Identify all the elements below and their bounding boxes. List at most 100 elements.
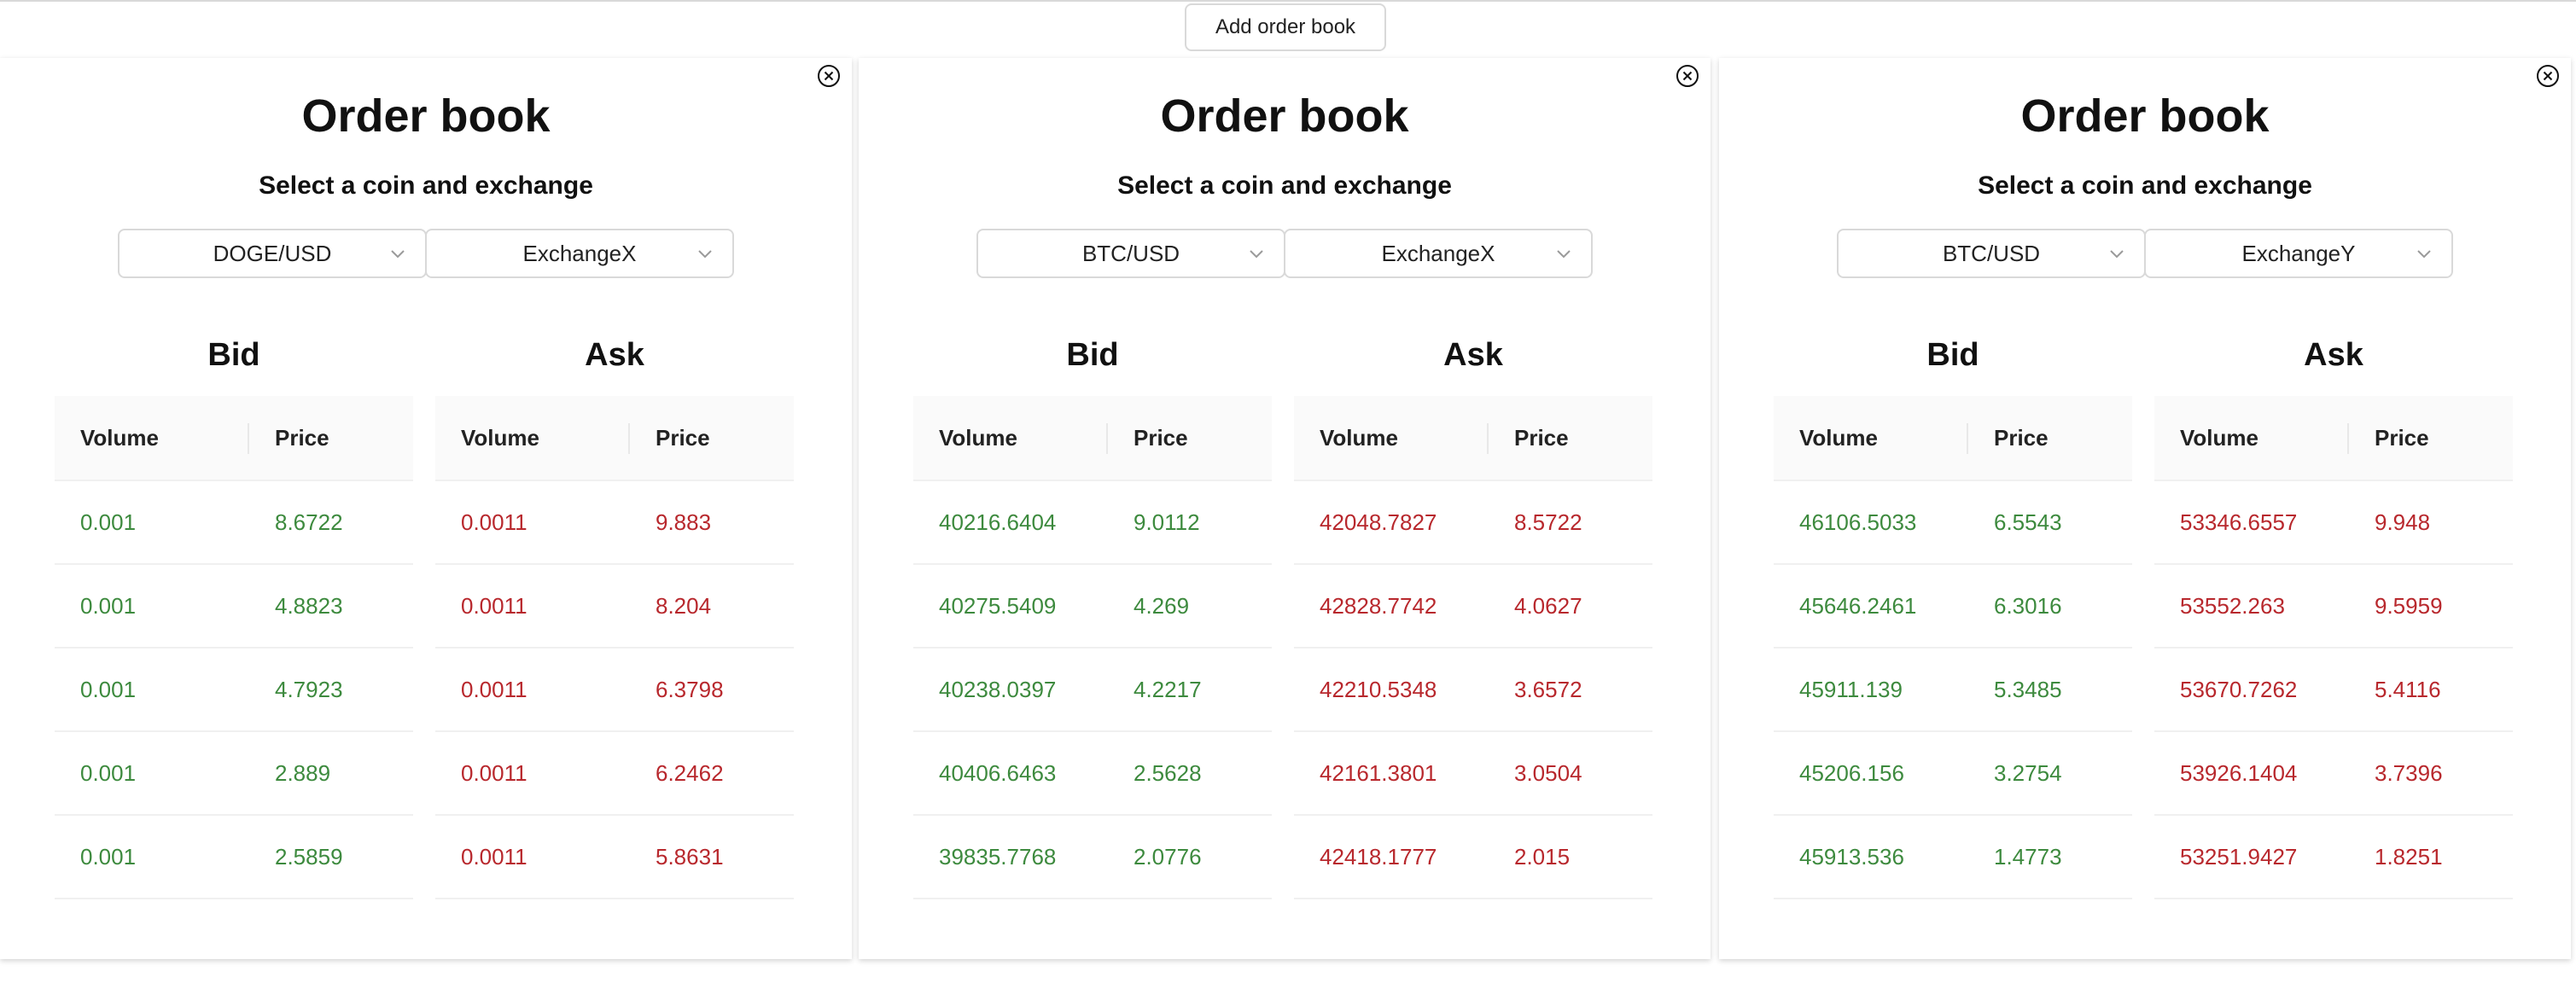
column-header-volume: Volume [80, 424, 159, 451]
ask-volume: 53251.9427 [2180, 843, 2298, 870]
bid-price: 1.4773 [1994, 843, 2062, 870]
table-row: 53552.263 9.5959 [2154, 565, 2513, 649]
chevron-down-icon [2416, 246, 2433, 263]
ask-price: 9.948 [2375, 509, 2431, 535]
bid-table: Volume Price 40216.6404 9.0112 40275.5409… [913, 396, 1272, 899]
column-divider [248, 423, 249, 454]
column-header-volume: Volume [939, 424, 1017, 451]
exchange-select-value: ExchangeY [2241, 240, 2356, 266]
ask-price: 3.6572 [1514, 676, 1582, 702]
chevron-down-icon [1248, 246, 1265, 263]
bid-price: 6.5543 [1994, 509, 2062, 535]
column-divider [1487, 423, 1489, 454]
ask-volume: 0.0011 [461, 759, 527, 786]
exchange-select[interactable]: ExchangeX [1284, 229, 1593, 278]
close-circle-icon [2537, 65, 2559, 87]
table-row: 0.001 8.6722 [55, 481, 413, 565]
ask-price: 8.5722 [1514, 509, 1582, 535]
order-book-panels: Order book Select a coin and exchange DO… [0, 58, 2576, 959]
ask-price: 4.0627 [1514, 592, 1582, 619]
table-row: 0.001 2.5859 [55, 816, 413, 899]
ask-title: Ask [1443, 337, 1503, 373]
ask-price: 1.8251 [2375, 843, 2443, 870]
column-header-price: Price [275, 424, 329, 451]
ask-title: Ask [2304, 337, 2363, 373]
table-row: 40238.0397 4.2217 [913, 649, 1272, 732]
column-header-price: Price [1994, 424, 2049, 451]
coin-select[interactable]: DOGE/USD [118, 229, 427, 278]
bid-price: 4.8823 [275, 592, 343, 619]
close-panel-button[interactable] [2535, 63, 2561, 89]
panel-title: Order book [2020, 90, 2270, 142]
table-row: 39835.7768 2.0776 [913, 816, 1272, 899]
bid-table-header: Volume Price [55, 396, 413, 481]
bid-title: Bid [207, 337, 260, 373]
ask-price: 9.883 [656, 509, 712, 535]
column-header-price: Price [2375, 424, 2429, 451]
bid-price: 6.3016 [1994, 592, 2062, 619]
ask-table: Volume Price 0.0011 9.883 0.0011 8.204 0.0… [435, 396, 794, 899]
bid-price: 4.2217 [1134, 676, 1202, 702]
table-row: 0.001 4.8823 [55, 565, 413, 649]
close-circle-icon [1676, 65, 1699, 87]
bid-price: 2.5628 [1134, 759, 1202, 786]
ask-table-header: Volume Price [2154, 396, 2513, 481]
bid-price: 4.269 [1134, 592, 1190, 619]
column-divider [1967, 423, 1968, 454]
ask-volume: 53346.6557 [2180, 509, 2298, 535]
column-header-price: Price [1134, 424, 1188, 451]
table-row: 0.0011 5.8631 [435, 816, 794, 899]
ask-volume: 53552.263 [2180, 592, 2285, 619]
bid-price: 5.3485 [1994, 676, 2062, 702]
bid-volume: 40406.6463 [939, 759, 1057, 786]
table-row: 0.0011 9.883 [435, 481, 794, 565]
column-header-volume: Volume [461, 424, 539, 451]
bid-price: 9.0112 [1134, 509, 1200, 535]
bid-table-header: Volume Price [1774, 396, 2132, 481]
table-row: 0.0011 6.3798 [435, 649, 794, 732]
bid-title: Bid [1066, 337, 1119, 373]
exchange-select[interactable]: ExchangeX [425, 229, 734, 278]
top-divider [0, 0, 2576, 2]
coin-select[interactable]: BTC/USD [1837, 229, 2146, 278]
ask-price: 5.8631 [656, 843, 724, 870]
ask-price: 3.7396 [2375, 759, 2443, 786]
chevron-down-icon [2108, 246, 2125, 263]
bid-volume: 45206.156 [1799, 759, 1904, 786]
exchange-select[interactable]: ExchangeY [2144, 229, 2453, 278]
column-header-price: Price [1514, 424, 1569, 451]
bid-price: 2.5859 [275, 843, 343, 870]
table-row: 45646.2461 6.3016 [1774, 565, 2132, 649]
coin-select-value: BTC/USD [1942, 240, 2041, 266]
chevron-down-icon [389, 246, 406, 263]
ask-volume: 0.0011 [461, 843, 527, 870]
bid-price: 8.6722 [275, 509, 343, 535]
close-panel-button[interactable] [816, 63, 842, 89]
ask-volume: 53926.1404 [2180, 759, 2298, 786]
table-row: 40406.6463 2.5628 [913, 732, 1272, 816]
table-row: 53926.1404 3.7396 [2154, 732, 2513, 816]
ask-table-header: Volume Price [1294, 396, 1652, 481]
coin-select-value: BTC/USD [1081, 240, 1180, 266]
bid-volume: 39835.7768 [939, 843, 1057, 870]
column-divider [628, 423, 630, 454]
bid-volume: 0.001 [80, 676, 137, 702]
ask-table: Volume Price 42048.7827 8.5722 42828.7742… [1294, 396, 1652, 899]
table-row: 0.001 2.889 [55, 732, 413, 816]
bid-table-header: Volume Price [913, 396, 1272, 481]
coin-select[interactable]: BTC/USD [976, 229, 1285, 278]
close-panel-button[interactable] [1675, 63, 1700, 89]
add-order-book-button[interactable]: Add order book [1185, 3, 1386, 51]
bid-volume: 0.001 [80, 759, 137, 786]
table-row: 40275.5409 4.269 [913, 565, 1272, 649]
bid-volume: 46106.5033 [1799, 509, 1917, 535]
table-row: 45913.536 1.4773 [1774, 816, 2132, 899]
table-row: 40216.6404 9.0112 [913, 481, 1272, 565]
panel-subtitle: Select a coin and exchange [1978, 172, 2312, 200]
table-row: 42418.1777 2.015 [1294, 816, 1652, 899]
table-row: 42210.5348 3.6572 [1294, 649, 1652, 732]
ask-price: 2.015 [1514, 843, 1571, 870]
ask-volume: 42161.3801 [1320, 759, 1437, 786]
bid-volume: 45646.2461 [1799, 592, 1917, 619]
ask-volume: 0.0011 [461, 676, 527, 702]
